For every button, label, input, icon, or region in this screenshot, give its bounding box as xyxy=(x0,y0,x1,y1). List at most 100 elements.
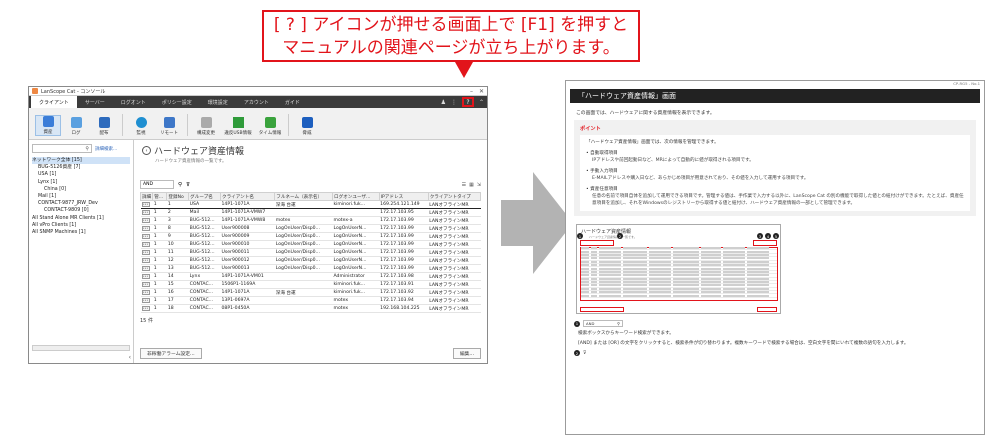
table-row[interactable]: ••• 1 16 CONTAC... 14P1-1071A 深海 台運 kiminori.f… xyxy=(140,288,481,297)
time-info-icon xyxy=(264,117,276,128)
row-detail-button[interactable]: ••• xyxy=(141,306,150,311)
advanced-search-link[interactable]: 詳細検索... xyxy=(95,146,117,152)
toolbar-usb-violation-button[interactable]: 違反USB情報 xyxy=(221,117,255,136)
screenshot-highlight xyxy=(757,307,777,312)
menu-account[interactable]: アカウント xyxy=(236,96,277,108)
help-button[interactable]: ? xyxy=(461,97,474,107)
row-detail-button[interactable]: ••• xyxy=(141,234,150,239)
search-mode-toggle[interactable]: AND xyxy=(143,182,153,187)
asset-icon xyxy=(42,116,54,127)
row-detail-button[interactable]: ••• xyxy=(141,266,150,271)
page-subtitle: ハードウェア資産情報の一覧です。 xyxy=(155,159,227,164)
table-row[interactable]: ••• 1 15 CONTAC... 1506P1-1169A kiminori.fuk.… xyxy=(140,280,481,289)
menu-logon[interactable]: ログオント xyxy=(113,96,154,108)
table-cell: 2 xyxy=(166,208,189,217)
tree-node[interactable]: China [0] xyxy=(32,186,130,193)
table-cell: 172.17.103.99 xyxy=(379,240,429,249)
table-row[interactable]: ••• 1 14 Lynx 14P1-1071A-VM01 Administrator 17… xyxy=(140,272,481,281)
row-detail-button[interactable]: ••• xyxy=(141,202,150,207)
tree-node[interactable]: CONTACT-9877_JRW_Dev xyxy=(32,200,130,207)
table-row[interactable]: ••• 1 3 BUG-512... 14P1-1071A-VMW8 motex motex… xyxy=(140,216,481,225)
user-icon[interactable]: ♟ xyxy=(441,99,446,106)
column-header[interactable]: 管... xyxy=(152,192,168,201)
menu-policy[interactable]: ポリシー設定 xyxy=(154,96,200,108)
column-header[interactable]: フルネーム（表示名） xyxy=(274,192,333,201)
tree-node[interactable]: Mail [1] xyxy=(32,193,130,200)
table-row[interactable]: ••• 1 12 BUG-512... User900012 LogOnUser/Disp… xyxy=(140,256,481,265)
menu-guide[interactable]: ガイド xyxy=(277,96,308,108)
table-row[interactable]: ••• 1 13 BUG-512... User900013 LogOnUser/Disp… xyxy=(140,264,481,273)
grid-view-icon[interactable]: ▦ xyxy=(469,182,474,188)
table-row[interactable]: ••• 1 8 BUG-512... User900008 LogOnUser/Disp0… xyxy=(140,224,481,233)
record-count: 15 件 xyxy=(140,318,153,324)
column-header[interactable]: 登録No xyxy=(166,192,190,201)
filter-icon[interactable]: ⊽ xyxy=(186,182,190,188)
table-row[interactable]: ••• 1 10 BUG-512... User900010 LogOnUser/Disp… xyxy=(140,240,481,249)
column-header[interactable]: グループ名 xyxy=(188,192,221,201)
row-detail-button[interactable]: ••• xyxy=(141,250,150,255)
back-icon[interactable]: ‹ xyxy=(142,146,151,155)
table-row[interactable]: ••• 1 2 Mail 14P1-1071A-VMW7 172.17.103.95 LAN… xyxy=(140,208,481,217)
tree-node[interactable]: CONTACT-9809 [0] xyxy=(32,207,130,214)
tree-horizontal-scrollbar[interactable] xyxy=(32,345,130,351)
column-header[interactable]: IPアドレス xyxy=(378,192,429,201)
tree-node[interactable]: USA [1] xyxy=(32,171,130,178)
toolbar-time-info-button[interactable]: タイム情報 xyxy=(257,117,283,136)
column-header[interactable]: 詳細 xyxy=(139,192,154,201)
table-cell: User900010 xyxy=(220,240,275,249)
tree-node[interactable]: BUG-5126資産 [7] xyxy=(32,164,130,171)
column-header[interactable]: ログオンユーザ... xyxy=(331,192,380,201)
table-cell: LogOnUserN... xyxy=(332,256,380,265)
row-detail-button[interactable]: ••• xyxy=(141,242,150,247)
tree-search-input[interactable]: ⚲ xyxy=(32,144,92,153)
toolbar-remote-button[interactable]: リモート xyxy=(156,117,182,136)
toolbar-asset-button[interactable]: 資産 xyxy=(35,115,61,136)
collapse-panel-icon[interactable]: ‹ xyxy=(129,354,131,361)
table-row[interactable]: ••• 1 9 BUG-512... User900009 LogOnUser/Disp0… xyxy=(140,232,481,241)
column-header[interactable]: クライアント名 xyxy=(219,192,276,201)
row-detail-button[interactable]: ••• xyxy=(141,210,150,215)
table-row[interactable]: ••• 1 1 USA 14P1-1071A 深海 台運 kiminori.fuk... 16… xyxy=(140,200,481,209)
list-view-icon[interactable]: ☰ xyxy=(462,182,466,188)
export-icon[interactable]: ⇲ xyxy=(477,182,481,188)
minimize-icon[interactable]: – xyxy=(470,88,473,95)
manual-intro: この画面では、ハードウェアに関する資産情報を表示できます。 xyxy=(576,111,715,116)
row-detail-button[interactable]: ••• xyxy=(141,282,150,287)
table-cell: 172.17.103.91 xyxy=(379,280,429,289)
toolbar-threat-button[interactable]: 脅威 xyxy=(294,117,320,136)
search-icon[interactable]: ⚲ xyxy=(178,182,182,188)
table-row[interactable]: ••• 1 18 CONTAC... 08P1-0450A motex 192.168.10… xyxy=(140,304,481,313)
keyword-search-input[interactable]: AND xyxy=(140,180,174,189)
tree-node[interactable]: All Stand Alone MR Clients [1] xyxy=(32,215,130,222)
table-cell: kiminori.fuk... xyxy=(332,288,380,297)
table-cell: LANオフラインMR xyxy=(428,304,481,313)
table-cell: Lynx xyxy=(188,272,221,281)
row-detail-button[interactable]: ••• xyxy=(141,218,150,223)
menu-client[interactable]: クライアント xyxy=(31,96,77,108)
column-header[interactable]: クライアントタイプ xyxy=(427,192,482,201)
row-detail-button[interactable]: ••• xyxy=(141,226,150,231)
close-icon[interactable]: ✕ xyxy=(479,88,484,95)
tree-node[interactable]: All SNMP Machines [1] xyxy=(32,229,130,236)
row-detail-button[interactable]: ••• xyxy=(141,290,150,295)
collapse-ribbon-icon[interactable]: ⌃ xyxy=(479,99,484,106)
alarm-settings-button[interactable]: 非稼働アラーム設定... xyxy=(140,348,202,359)
row-detail-button[interactable]: ••• xyxy=(141,258,150,263)
settings-icon[interactable]: ⋮ xyxy=(451,99,457,106)
table-cell: LogOnUserN... xyxy=(332,224,380,233)
toolbar-config-change-button[interactable]: 構成変更 xyxy=(193,117,219,136)
window-titlebar: LanScope Cat - コンソール – ✕ xyxy=(29,87,487,96)
row-detail-button[interactable]: ••• xyxy=(141,298,150,303)
table-row[interactable]: ••• 1 11 BUG-512... User900011 LogOnUser/Disp… xyxy=(140,248,481,257)
edit-button[interactable]: 編集... xyxy=(452,348,481,359)
tree-node[interactable]: Lynx [1] xyxy=(32,179,130,186)
toolbar-distribute-button[interactable]: 配布 xyxy=(91,117,117,136)
row-detail-button[interactable]: ••• xyxy=(141,274,150,279)
menu-server[interactable]: サーバー xyxy=(77,96,113,108)
menu-environment[interactable]: 環境設定 xyxy=(200,96,236,108)
tree-node[interactable]: All vPro Clients [1] xyxy=(32,222,130,229)
table-row[interactable]: ••• 1 17 CONTAC... 13P1-0697A motex 172.17.103… xyxy=(140,296,481,305)
toolbar-log-button[interactable]: ログ xyxy=(63,117,89,136)
tree-node[interactable]: ネットワーク全体 [15] xyxy=(32,157,130,165)
toolbar-monitor-button[interactable]: 監視 xyxy=(128,117,154,136)
